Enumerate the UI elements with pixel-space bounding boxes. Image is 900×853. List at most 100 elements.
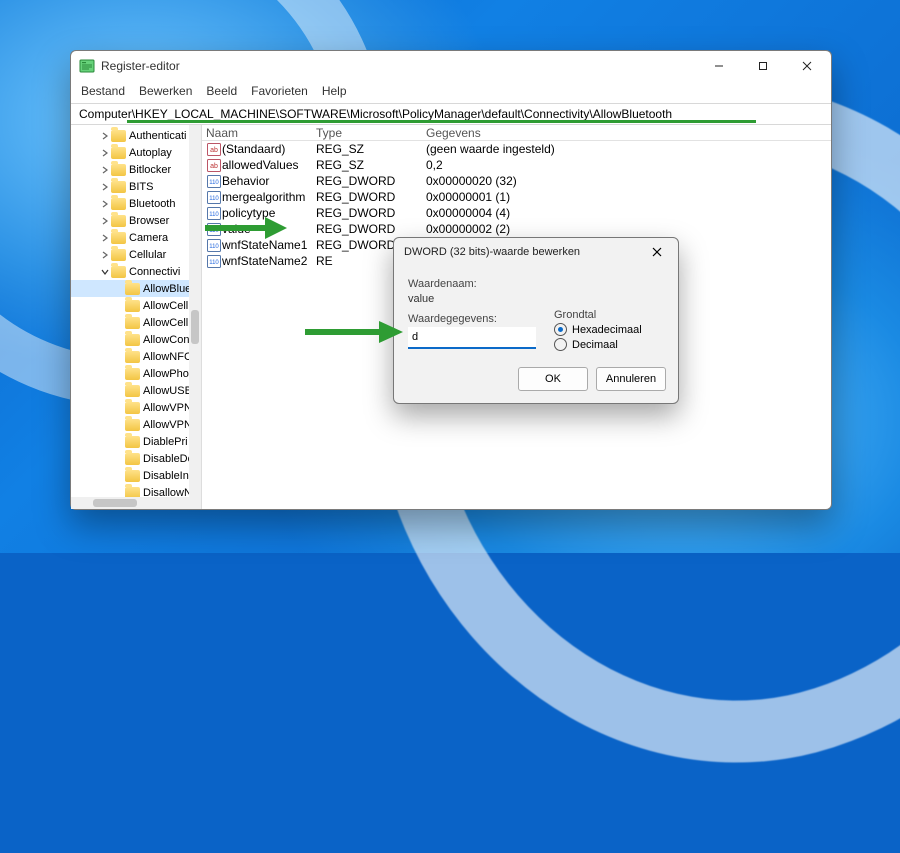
value-name: allowedValues (222, 158, 316, 172)
value-type: REG_DWORD (316, 222, 426, 236)
list-row[interactable]: 110policytypeREG_DWORD0x00000004 (4) (202, 205, 831, 221)
menu-edit[interactable]: Bewerken (139, 84, 192, 98)
value-name: Behavior (222, 174, 316, 188)
svg-text:110: 110 (209, 228, 219, 234)
tree-item[interactable]: DisableIn (71, 467, 201, 484)
folder-icon (111, 249, 126, 261)
value-data-input[interactable] (408, 327, 536, 349)
folder-icon (111, 130, 126, 142)
list-row[interactable]: 110mergealgorithmREG_DWORD0x00000001 (1) (202, 189, 831, 205)
list-row[interactable]: aballowedValuesREG_SZ0,2 (202, 157, 831, 173)
column-headers[interactable]: Naam Type Gegevens (202, 125, 831, 141)
chevron-right-icon (99, 166, 111, 174)
menu-file[interactable]: Bestand (81, 84, 125, 98)
tree-item[interactable]: AllowNFC (71, 348, 201, 365)
value-data: 0x00000001 (1) (426, 190, 831, 204)
folder-icon (111, 164, 126, 176)
tree-label: AllowPho (143, 368, 189, 380)
tree-label: BITS (129, 181, 153, 193)
chevron-down-icon (99, 268, 111, 276)
tree-item[interactable]: AllowCell (71, 297, 201, 314)
minimize-button[interactable] (697, 51, 741, 81)
dialog-close-button[interactable] (640, 240, 674, 264)
reg-dword-icon: 110 (206, 174, 222, 188)
maximize-button[interactable] (741, 51, 785, 81)
reg-dword-icon: 110 (206, 206, 222, 220)
tree-item[interactable]: Browser (71, 212, 201, 229)
folder-icon (125, 419, 140, 431)
value-name: mergealgorithm (222, 190, 316, 204)
tree-label: AllowCell (143, 300, 188, 312)
list-row[interactable]: ab(Standaard)REG_SZ(geen waarde ingestel… (202, 141, 831, 157)
tree-pane[interactable]: Authenticati Autoplay Bitlocker BITS Bluetoo… (71, 125, 202, 509)
radio-hex[interactable]: Hexadecimaal (554, 323, 642, 336)
titlebar[interactable]: Register-editor (71, 51, 831, 81)
tree-item[interactable]: AllowCell (71, 314, 201, 331)
folder-icon (111, 215, 126, 227)
tree-horizontal-scrollbar[interactable] (71, 497, 189, 509)
folder-icon (111, 232, 126, 244)
folder-icon (125, 334, 140, 346)
list-row[interactable]: 110valueREG_DWORD0x00000002 (2) (202, 221, 831, 237)
tree-item[interactable]: DisableDo (71, 450, 201, 467)
tree-vertical-scrollbar[interactable] (189, 125, 201, 509)
tree-item[interactable]: Camera (71, 229, 201, 246)
tree-label: DiablePri (143, 436, 188, 448)
value-data: 0x00000004 (4) (426, 206, 831, 220)
tree-item[interactable]: AllowUSB (71, 382, 201, 399)
value-type: REG_SZ (316, 142, 426, 156)
col-type[interactable]: Type (316, 126, 426, 140)
tree-item[interactable]: AllowVPN (71, 416, 201, 433)
scrollbar-thumb[interactable] (191, 310, 199, 344)
label-value-name: Waardenaam: (408, 278, 664, 290)
tree-label: DisableDo (143, 453, 194, 465)
reg-sz-icon: ab (206, 142, 222, 156)
cancel-button[interactable]: Annuleren (596, 367, 666, 391)
folder-icon (111, 198, 126, 210)
folder-icon (125, 368, 140, 380)
tree-item[interactable]: AllowCon (71, 331, 201, 348)
tree-item[interactable]: AllowPho (71, 365, 201, 382)
tree-label: AllowCon (143, 334, 189, 346)
ok-button[interactable]: OK (518, 367, 588, 391)
reg-sz-icon: ab (206, 158, 222, 172)
value-type: REG_DWORD (316, 174, 426, 188)
dialog-title: DWORD (32 bits)-waarde bewerken (404, 246, 640, 258)
tree-label: AllowVPN (143, 419, 192, 431)
tree-item[interactable]: DiablePri (71, 433, 201, 450)
col-data[interactable]: Gegevens (426, 126, 831, 140)
tree-item[interactable]: AllowVPN (71, 399, 201, 416)
dialog-titlebar[interactable]: DWORD (32 bits)-waarde bewerken (394, 238, 678, 266)
tree-item[interactable]: AllowBlue (71, 280, 201, 297)
value-name: wnfStateName1 (222, 238, 316, 252)
tree-label: Connectivi (129, 266, 180, 278)
tree-label: Camera (129, 232, 168, 244)
menu-fav[interactable]: Favorieten (251, 84, 308, 98)
scrollbar-thumb[interactable] (93, 499, 137, 507)
close-button[interactable] (785, 51, 829, 81)
menu-view[interactable]: Beeld (206, 84, 237, 98)
tree-label: Autoplay (129, 147, 172, 159)
svg-text:ab: ab (210, 147, 218, 154)
tree-item[interactable]: Bluetooth (71, 195, 201, 212)
tree-item[interactable]: Authenticati (71, 127, 201, 144)
tree-item[interactable]: Bitlocker (71, 161, 201, 178)
tree-item[interactable]: Cellular (71, 246, 201, 263)
reg-dword-icon: 110 (206, 190, 222, 204)
folder-icon (125, 402, 140, 414)
col-name[interactable]: Naam (206, 126, 316, 140)
folder-icon (125, 470, 140, 482)
svg-text:ab: ab (210, 163, 218, 170)
address-bar[interactable]: Computer\HKEY_LOCAL_MACHINE\SOFTWARE\Mic… (71, 103, 831, 125)
tree-item[interactable]: BITS (71, 178, 201, 195)
folder-icon (125, 317, 140, 329)
chevron-right-icon (99, 251, 111, 259)
radio-dec[interactable]: Decimaal (554, 338, 642, 351)
value-name: value (222, 222, 316, 236)
menu-help[interactable]: Help (322, 84, 347, 98)
tree-item[interactable]: Connectivi (71, 263, 201, 280)
app-icon (79, 58, 95, 74)
tree-item[interactable]: Autoplay (71, 144, 201, 161)
list-row[interactable]: 110BehaviorREG_DWORD0x00000020 (32) (202, 173, 831, 189)
svg-text:110: 110 (209, 180, 219, 186)
